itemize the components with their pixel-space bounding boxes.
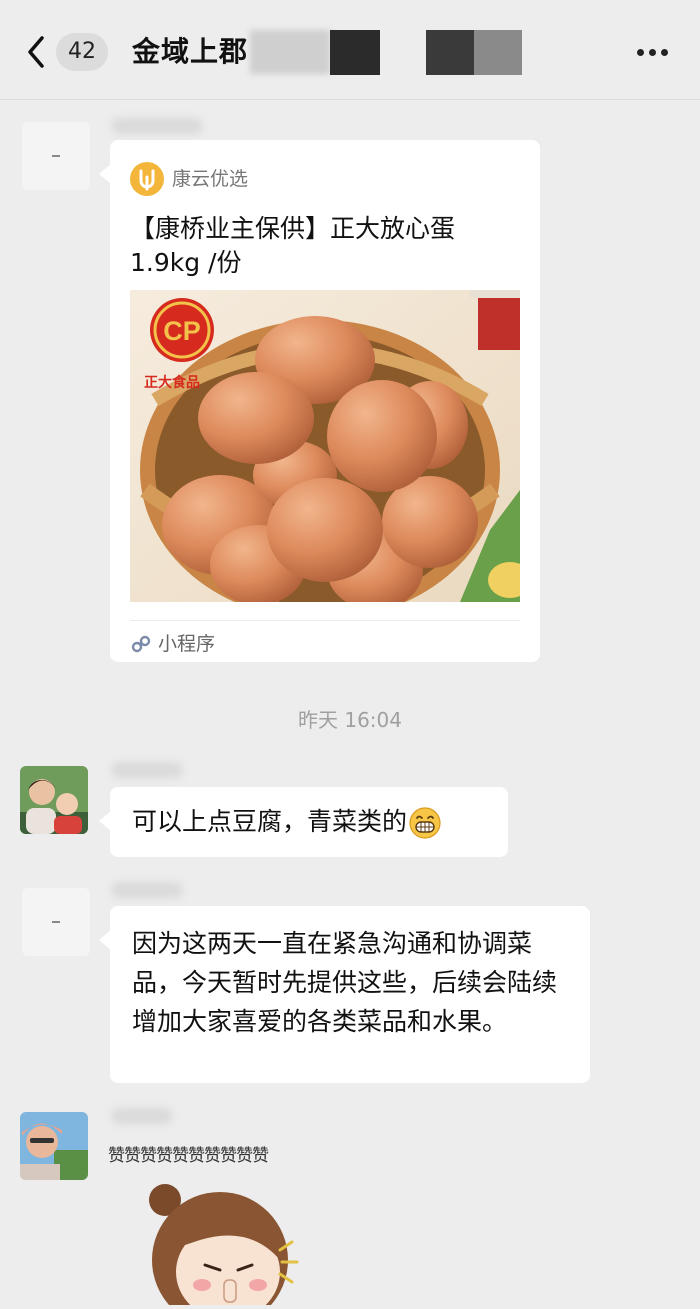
sender-avatar[interactable] — [20, 766, 88, 834]
sender-avatar[interactable] — [22, 122, 90, 190]
redacted-title-block — [474, 30, 522, 75]
redacted-title-block — [330, 30, 380, 75]
mini-program-card[interactable]: 康云优选 【康桥业主保供】正大放心蛋 1.9kg /份 CP 正大食品 小程序 — [99, 140, 540, 662]
card-title: 【康桥业主保供】正大放心蛋 1.9kg /份 — [130, 214, 456, 277]
chat-title: 金域上郡 — [132, 35, 249, 68]
back-arrow-icon — [28, 36, 44, 68]
mini-program-label: 小程序 — [158, 633, 216, 655]
grinning-emoji-icon — [409, 807, 441, 839]
back-button[interactable] — [22, 30, 54, 74]
chat-header: 42 金域上郡 — [0, 0, 700, 100]
message-text[interactable]: 赞赞赞赞赞赞赞赞赞赞 — [108, 1143, 269, 1169]
card-footer: 小程序 — [130, 620, 520, 655]
message-timestamp: 昨天 16:04 — [298, 708, 402, 732]
unread-count-badge[interactable]: 42 — [56, 33, 108, 71]
sender-name-blur — [112, 882, 182, 898]
mini-program-icon — [131, 635, 151, 653]
message-bubble[interactable]: 因为这两天一直在紧急沟通和协调菜品，今天暂时先提供这些，后续会陆续增加大家喜爱的… — [99, 906, 590, 1083]
sender-name-blur — [112, 1108, 172, 1124]
girl-sticker-image[interactable] — [130, 1170, 305, 1309]
sender-name-blur — [112, 762, 182, 778]
message-text: 因为这两天一直在紧急沟通和协调菜品，今天暂时先提供这些，后续会陆续增加大家喜爱的… — [132, 929, 558, 1036]
more-dots-icon — [637, 49, 644, 56]
sender-avatar[interactable] — [20, 1112, 88, 1180]
product-image: CP 正大食品 — [130, 290, 520, 602]
redacted-title-blur — [250, 30, 330, 74]
sender-name-blur — [112, 118, 202, 134]
cp-brand-label: CP — [163, 316, 201, 346]
message-bubble[interactable]: 可以上点豆腐，青菜类的 — [99, 787, 508, 857]
redacted-title-block — [426, 30, 474, 75]
store-logo-icon — [130, 162, 164, 196]
message-text: 可以上点豆腐，青菜类的 — [132, 804, 441, 840]
more-options-button[interactable] — [628, 36, 676, 66]
sender-avatar[interactable] — [22, 888, 90, 956]
card-source-name: 康云优选 — [172, 168, 249, 190]
cp-brand-cn-label: 正大食品 — [144, 374, 200, 391]
